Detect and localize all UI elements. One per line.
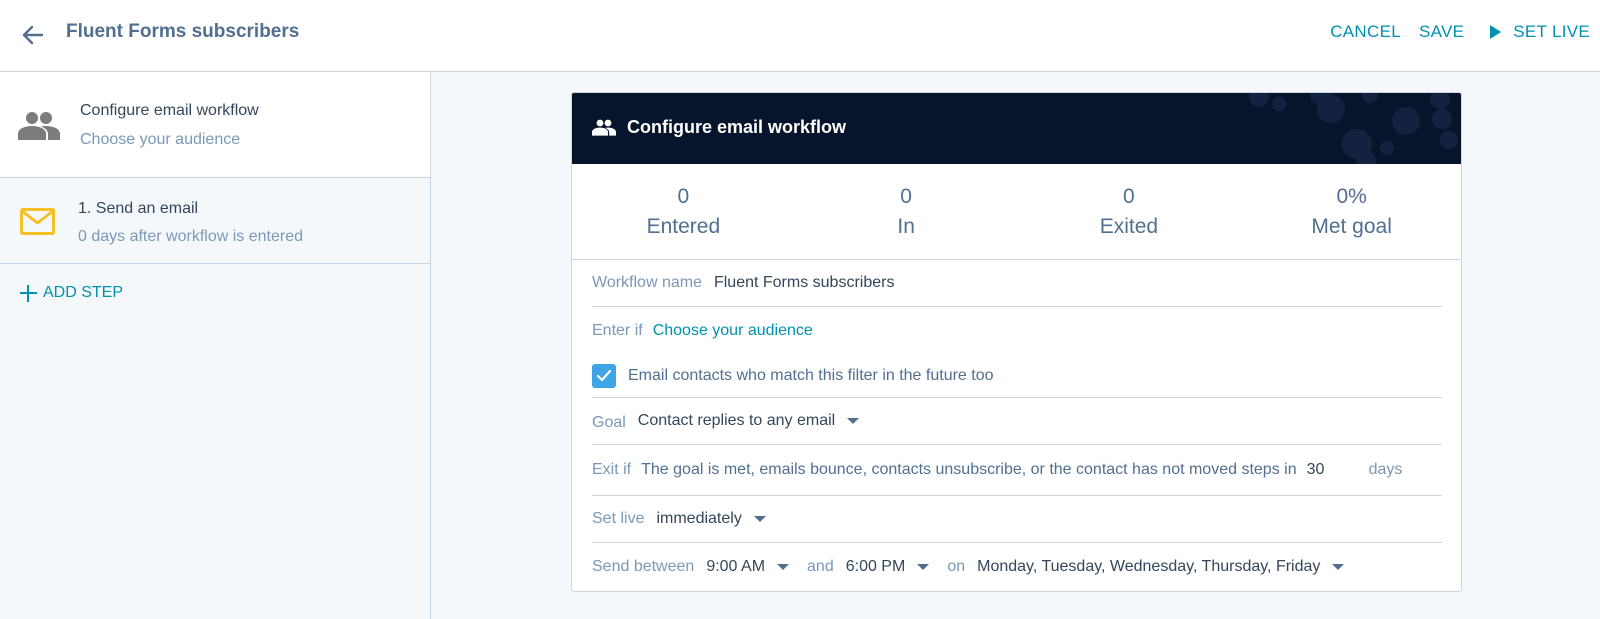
people-icon bbox=[592, 118, 616, 141]
start-time-value: 9:00 AM bbox=[706, 558, 766, 575]
start-time-dropdown[interactable]: 9:00 AM bbox=[706, 558, 790, 576]
set-live-row: Set live immediately bbox=[592, 496, 1442, 543]
enter-if-row: Enter if Choose your audience bbox=[592, 307, 1442, 354]
stat-value: 0% bbox=[1336, 185, 1367, 208]
sidebar: Configure email workflow Choose your aud… bbox=[0, 72, 431, 619]
exit-days-input[interactable] bbox=[1302, 459, 1361, 481]
panel-header: Configure email workflow bbox=[572, 93, 1461, 164]
stat-entered: 0 Entered bbox=[572, 164, 795, 259]
goal-dropdown[interactable]: Contact replies to any email bbox=[637, 412, 860, 430]
choose-audience-link[interactable]: Choose your audience bbox=[653, 322, 813, 340]
enter-if-label: Enter if bbox=[592, 321, 643, 339]
decor-bubble bbox=[1380, 141, 1394, 155]
set-live-label: Set live bbox=[592, 510, 645, 527]
goal-value: Contact replies to any email bbox=[637, 412, 836, 429]
sidebar-item-send-email[interactable]: 1. Send an email 0 days after workflow i… bbox=[0, 178, 430, 264]
future-filter-row: Email contacts who match this filter in … bbox=[592, 354, 1442, 398]
stat-label: Met goal bbox=[1311, 215, 1392, 238]
chevron-down-icon bbox=[753, 516, 766, 522]
decor-bubble bbox=[1430, 93, 1450, 109]
chevron-down-icon bbox=[777, 564, 790, 570]
decor-bubble bbox=[1317, 95, 1345, 123]
stat-value: 0 bbox=[1123, 185, 1135, 208]
goal-row: Goal Contact replies to any email bbox=[592, 398, 1442, 445]
workflow-name-row: Workflow name Fluent Forms subscribers bbox=[592, 260, 1442, 307]
top-bar: Fluent Forms subscribers CANCEL SAVE SET… bbox=[0, 0, 1600, 72]
days-dropdown[interactable]: Monday, Tuesday, Wednesday, Thursday, Fr… bbox=[977, 558, 1345, 576]
future-filter-label: Email contacts who match this filter in … bbox=[628, 366, 994, 384]
people-icon bbox=[18, 110, 60, 145]
exit-days-unit: days bbox=[1368, 461, 1403, 478]
workflow-name-label: Workflow name bbox=[592, 274, 702, 291]
add-step-button[interactable]: ADD STEP bbox=[20, 284, 123, 302]
sidebar-item-title: Configure email workflow bbox=[80, 102, 259, 119]
decor-bubble bbox=[1440, 131, 1458, 149]
and-label: and bbox=[807, 558, 834, 575]
goal-label: Goal bbox=[592, 414, 626, 431]
header-actions: CANCEL SAVE SET LIVE bbox=[1330, 22, 1590, 42]
sidebar-item-title: 1. Send an email bbox=[78, 200, 199, 217]
sidebar-item-subtitle: Choose your audience bbox=[80, 131, 241, 148]
panel-title: Configure email workflow bbox=[627, 117, 847, 137]
set-live-value: immediately bbox=[656, 510, 742, 527]
checkmark-icon bbox=[596, 369, 612, 381]
decor-bubble bbox=[1432, 109, 1452, 129]
stats-row: 0 Entered 0 In 0 Exited 0% Met goal bbox=[572, 164, 1461, 260]
exit-if-label: Exit if bbox=[592, 461, 632, 478]
on-label: on bbox=[947, 558, 966, 575]
chevron-down-icon bbox=[847, 418, 860, 424]
set-live-dropdown[interactable]: immediately bbox=[656, 510, 766, 528]
play-icon bbox=[1490, 25, 1502, 39]
add-step-label: ADD STEP bbox=[43, 284, 124, 301]
sidebar-item-subtitle: 0 days after workflow is entered bbox=[78, 228, 303, 245]
send-between-label: Send between bbox=[592, 558, 695, 575]
configure-panel: Configure email workflow 0 Entered 0 In … bbox=[571, 92, 1462, 592]
stat-label: In bbox=[897, 215, 915, 238]
decor-bubble bbox=[1362, 93, 1378, 103]
decor-bubble bbox=[1392, 107, 1420, 135]
stat-label: Entered bbox=[646, 215, 721, 238]
back-arrow-icon[interactable] bbox=[18, 20, 48, 50]
decor-bubble bbox=[1249, 93, 1269, 107]
end-time-value: 6:00 PM bbox=[845, 558, 906, 575]
chevron-down-icon bbox=[917, 564, 930, 570]
days-value: Monday, Tuesday, Wednesday, Thursday, Fr… bbox=[977, 558, 1321, 575]
plus-icon bbox=[20, 284, 37, 302]
stat-label: Exited bbox=[1099, 215, 1159, 238]
workflow-title: Fluent Forms subscribers bbox=[66, 21, 300, 42]
cancel-button[interactable]: CANCEL bbox=[1330, 22, 1401, 42]
envelope-icon bbox=[20, 208, 55, 240]
sidebar-item-configure[interactable]: Configure email workflow Choose your aud… bbox=[0, 72, 430, 178]
exit-if-text: The goal is met, emails bounce, contacts… bbox=[641, 461, 1297, 478]
end-time-dropdown[interactable]: 6:00 PM bbox=[846, 558, 930, 576]
workflow-name-field[interactable]: Fluent Forms subscribers bbox=[714, 274, 895, 292]
stat-value: 0 bbox=[677, 185, 690, 208]
exit-if-row: Exit if The goal is met, emails bounce, … bbox=[592, 445, 1442, 496]
stat-value: 0 bbox=[900, 185, 912, 208]
decor-bubble bbox=[1272, 97, 1286, 111]
stat-met-goal: 0% Met goal bbox=[1240, 164, 1461, 259]
future-filter-checkbox[interactable] bbox=[592, 363, 616, 388]
set-live-button[interactable]: SET LIVE bbox=[1490, 22, 1590, 42]
save-button[interactable]: SAVE bbox=[1419, 22, 1464, 42]
set-live-label: SET LIVE bbox=[1513, 22, 1590, 41]
send-between-row: Send between 9:00 AM and 6:00 PM on Mond… bbox=[592, 543, 1442, 591]
decor-bubble bbox=[1356, 151, 1376, 164]
stat-in: 0 In bbox=[795, 164, 1018, 259]
chevron-down-icon bbox=[1332, 564, 1345, 570]
stat-exited: 0 Exited bbox=[1018, 164, 1241, 259]
